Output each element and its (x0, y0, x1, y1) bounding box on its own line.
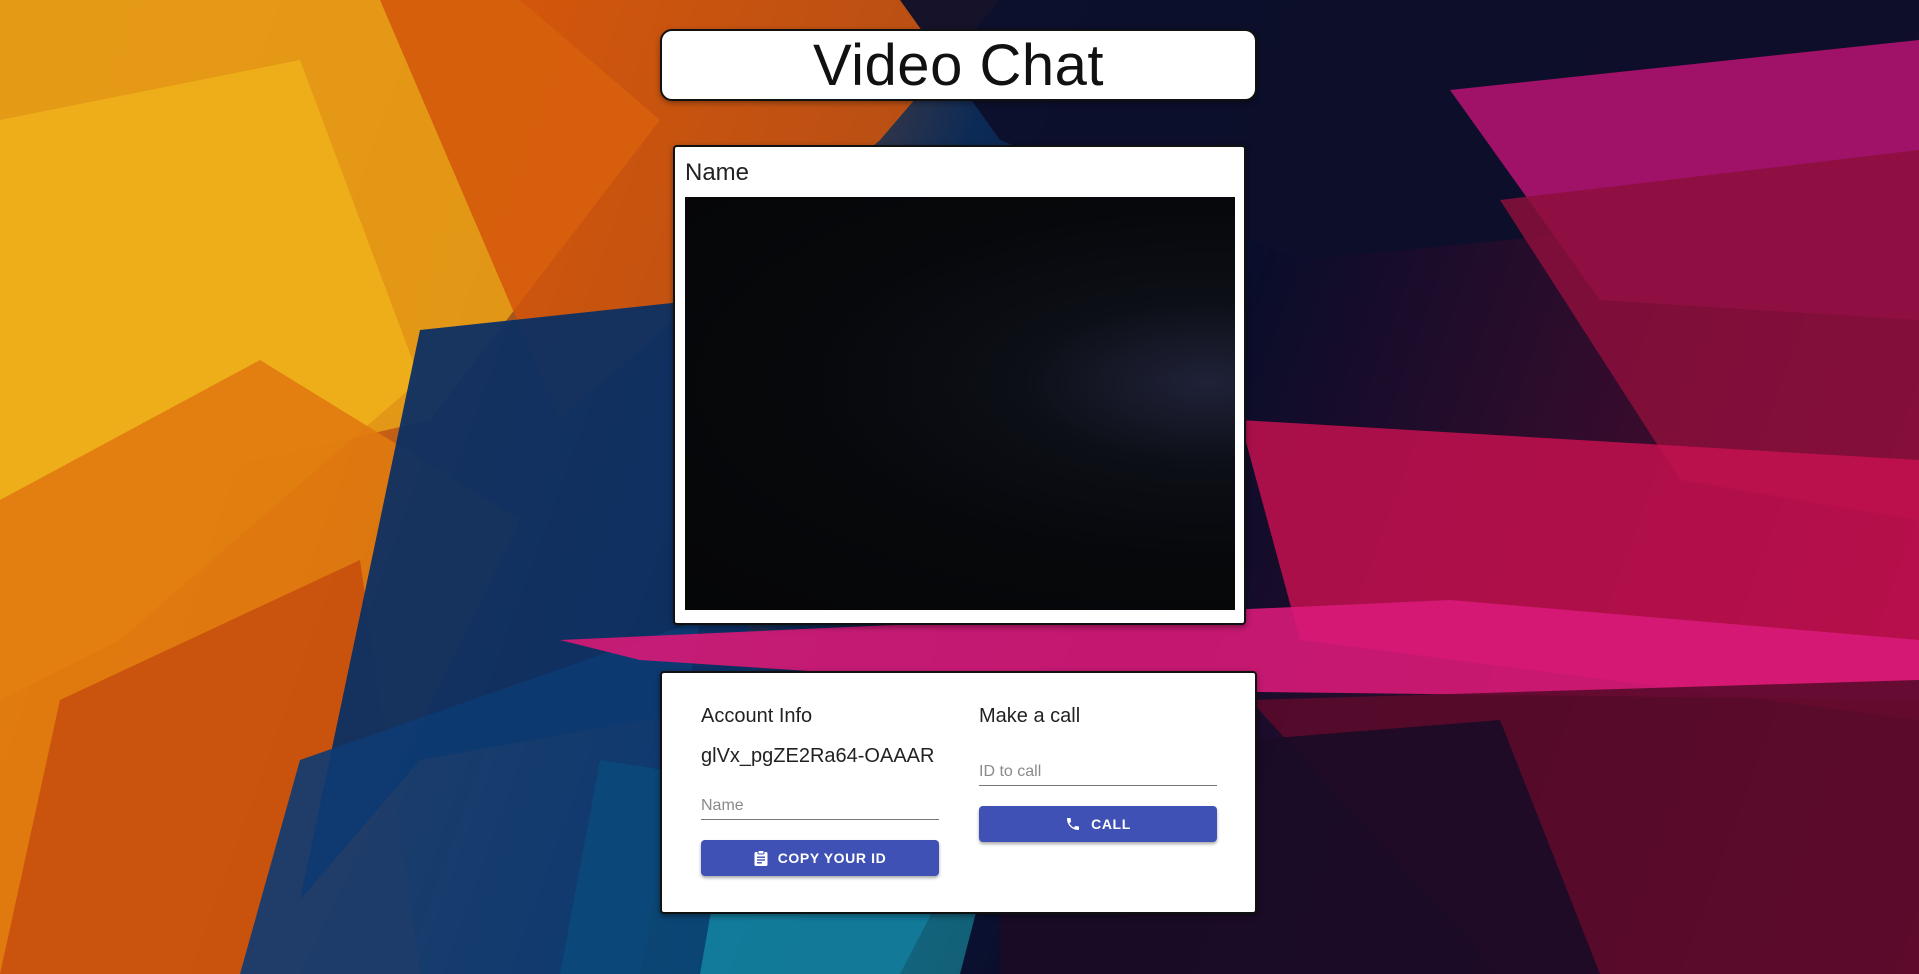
call-button-label: CALL (1091, 816, 1131, 832)
app-title-card: Video Chat (660, 29, 1257, 101)
video-card: Name (673, 145, 1246, 625)
copy-id-button[interactable]: COPY YOUR ID (701, 840, 939, 876)
account-info-section: Account Info glVx_pgZE2Ra64-OAAAR COPY Y… (701, 705, 939, 876)
copy-id-button-label: COPY YOUR ID (777, 850, 887, 866)
account-id-value: glVx_pgZE2Ra64-OAAAR (701, 745, 935, 767)
call-id-field (979, 751, 1217, 786)
make-call-heading: Make a call (979, 705, 1081, 727)
name-input[interactable] (701, 797, 939, 815)
clipboard-icon (754, 850, 768, 866)
make-call-section: Make a call CALL (979, 705, 1217, 842)
controls-panel: Account Info glVx_pgZE2Ra64-OAAAR COPY Y… (660, 671, 1257, 914)
video-stream (685, 197, 1235, 610)
name-field (701, 785, 939, 820)
call-button[interactable]: CALL (979, 806, 1217, 842)
phone-icon (1065, 816, 1081, 832)
call-id-input[interactable] (979, 763, 1217, 781)
app-title: Video Chat (813, 32, 1104, 98)
account-info-heading: Account Info (701, 705, 813, 727)
video-name-label: Name (685, 159, 750, 186)
